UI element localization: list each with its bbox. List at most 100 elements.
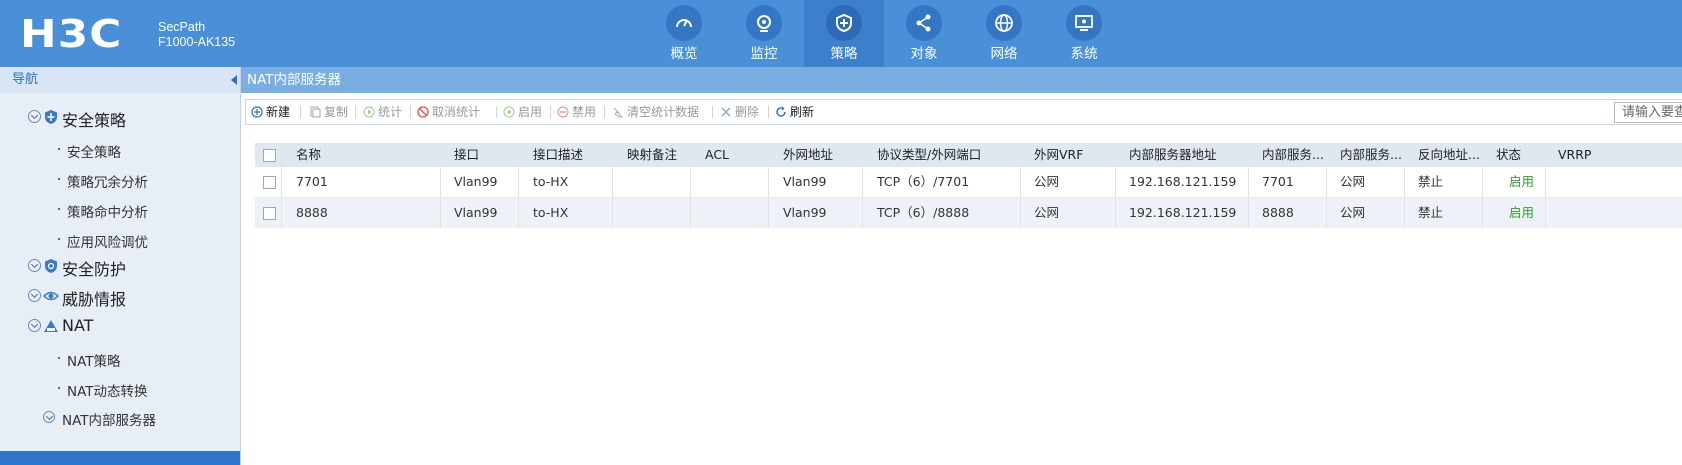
nav-network[interactable]: 网络 [964, 0, 1044, 67]
eye-icon [43, 291, 59, 301]
nav-label: 系统 [1070, 46, 1098, 62]
nav-system[interactable]: 系统 [1044, 0, 1124, 67]
table-row[interactable]: 8888 Vlan99 to-HX Vlan99 TCP（6）/8888 公网 … [255, 198, 1682, 228]
column-header[interactable]: 反向地址... [1418, 143, 1488, 167]
column-header[interactable]: 外网地址 [783, 143, 863, 167]
column-header[interactable]: VRRP [1558, 143, 1618, 167]
cell-internal-port: 8888 [1262, 205, 1294, 220]
delete-button[interactable]: 删除 [720, 100, 759, 124]
sidebar-item-label: 策略冗余分析 [67, 175, 148, 191]
nav-overview[interactable]: 概览 [644, 0, 724, 67]
column-header[interactable]: 内部服务... [1340, 143, 1410, 167]
column-header[interactable]: 协议类型/外网端口 [877, 143, 1027, 167]
column-divider [768, 198, 769, 228]
copy-button[interactable]: 复制 [309, 100, 348, 124]
toolbar-divider [496, 106, 497, 118]
column-divider [1545, 167, 1546, 197]
sidebar-group-label: 安全防护 [62, 260, 127, 279]
column-header[interactable]: ACL [705, 143, 777, 167]
cell-vrrp [1558, 198, 1618, 228]
chevron-down-icon[interactable] [28, 259, 41, 272]
refresh-button[interactable]: 刷新 [775, 100, 814, 124]
row-checkbox[interactable] [263, 207, 276, 220]
toolbar-divider [300, 106, 301, 118]
bullet-dot [58, 208, 60, 210]
cancel-stats-button[interactable]: 取消统计 [417, 100, 480, 124]
new-button[interactable]: 新建 [251, 100, 290, 124]
chevron-down-icon[interactable] [28, 110, 41, 123]
row-checkbox[interactable] [263, 176, 276, 189]
chevron-down-icon[interactable] [28, 289, 41, 302]
monitor-icon [1066, 5, 1102, 41]
column-divider [1482, 198, 1483, 228]
column-header[interactable]: 映射备注 [627, 143, 699, 167]
sidebar-item-security-policy[interactable]: 安全策略 [0, 134, 240, 164]
collapse-sidebar-icon[interactable] [231, 75, 237, 85]
nav-policy[interactable]: 策略 [804, 0, 884, 67]
sidebar-group-security-policy[interactable]: 安全策略 [0, 102, 240, 132]
column-header[interactable]: 内部服务... [1262, 143, 1332, 167]
sidebar-header: 导航 [0, 67, 240, 93]
column-divider [281, 198, 282, 228]
column-divider [1404, 198, 1405, 228]
sidebar-group-nat[interactable]: NAT [0, 311, 240, 341]
cell-protocol-port: TCP（6）/8888 [877, 205, 970, 220]
chevron-down-icon[interactable] [43, 411, 55, 423]
clear-stats-button[interactable]: 清空统计数据 [612, 100, 699, 124]
sidebar-group-security-protection[interactable]: 安全防护 [0, 251, 240, 281]
column-divider [518, 198, 519, 228]
cell-public-vrf: 公网 [1034, 174, 1060, 189]
column-header[interactable]: 内部服务器地址 [1129, 143, 1249, 167]
column-divider [1404, 167, 1405, 197]
column-divider [768, 167, 769, 197]
disable-button[interactable]: 禁用 [557, 100, 596, 124]
stats-button[interactable]: 统计 [363, 100, 402, 124]
chevron-down-icon[interactable] [28, 319, 41, 332]
column-header[interactable]: 接口描述 [533, 143, 613, 167]
top-header: H3C SecPath F1000-AK135 概览 监控 策略 对象 网络 系… [0, 0, 1682, 67]
enable-button[interactable]: 启用 [503, 100, 542, 124]
column-header[interactable]: 接口 [454, 143, 524, 167]
cell-internal-vrf: 公网 [1340, 205, 1366, 220]
search-input[interactable]: 请输入要查 [1614, 102, 1682, 123]
sidebar-group-label: 安全策略 [62, 111, 127, 130]
column-header[interactable]: 外网VRF [1034, 143, 1114, 167]
select-all-checkbox[interactable] [263, 149, 276, 162]
sidebar-item-nat-dynamic[interactable]: NAT动态转换 [0, 373, 240, 403]
minus-circle-icon [557, 106, 569, 118]
column-divider [440, 167, 441, 197]
status-badge: 启用 [1509, 174, 1535, 189]
sidebar-item-label: NAT策略 [67, 354, 121, 370]
column-header[interactable]: 名称 [296, 143, 436, 167]
breadcrumb: NAT内部服务器 [241, 67, 1682, 93]
cell-interface-desc: to-HX [533, 174, 569, 189]
sidebar-group-label: NAT [62, 316, 94, 335]
sidebar-item-label: NAT内部服务器 [62, 413, 157, 429]
column-header[interactable]: 状态 [1496, 143, 1546, 167]
sidebar-group-threat-intel[interactable]: 威胁情报 [0, 281, 240, 311]
sidebar-item-app-risk-tuning[interactable]: 应用风险调优 [0, 224, 240, 254]
play-circle-icon [363, 106, 375, 118]
cell-interface: Vlan99 [454, 205, 498, 220]
close-icon [721, 107, 731, 117]
cell-interface-desc: to-HX [533, 205, 569, 220]
cell-protocol-port: TCP（6）/7701 [877, 174, 970, 189]
column-divider [1020, 167, 1021, 197]
table-row[interactable]: 7701 Vlan99 to-HX Vlan99 TCP（6）/7701 公网 … [255, 167, 1682, 198]
sidebar-item-redundancy-analysis[interactable]: 策略冗余分析 [0, 164, 240, 194]
dashboard-icon [666, 5, 702, 41]
column-divider [1545, 198, 1546, 228]
nav-monitor[interactable]: 监控 [724, 0, 804, 67]
column-divider [1326, 198, 1327, 228]
nav-label: 对象 [910, 46, 938, 62]
column-divider [440, 198, 441, 228]
sidebar-selected-item[interactable] [0, 451, 240, 465]
sidebar-item-nat-policy[interactable]: NAT策略 [0, 343, 240, 373]
nav-object[interactable]: 对象 [884, 0, 964, 67]
column-divider [1248, 167, 1249, 197]
bullet-dot [58, 357, 60, 359]
sidebar-item-hit-analysis[interactable]: 策略命中分析 [0, 194, 240, 224]
sidebar-item-nat-internal-server[interactable]: NAT内部服务器 [0, 402, 240, 432]
column-divider [690, 167, 691, 197]
nav-label: 网络 [990, 46, 1018, 62]
